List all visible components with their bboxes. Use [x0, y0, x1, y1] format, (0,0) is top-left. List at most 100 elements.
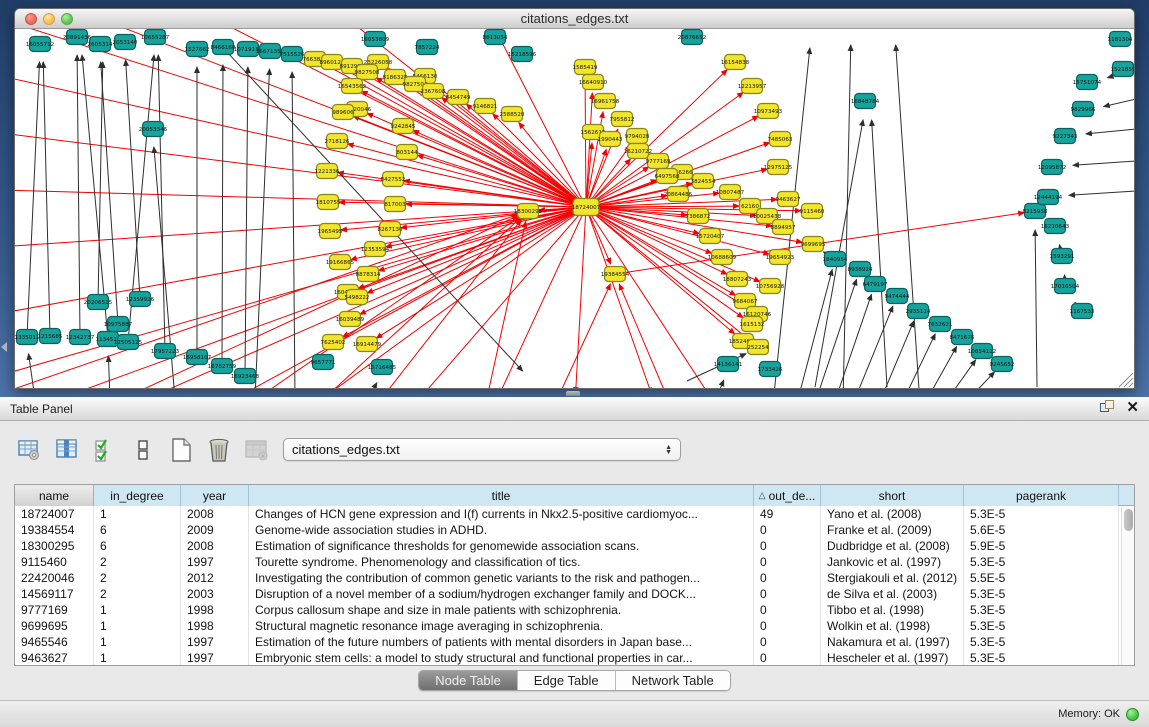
graph-node[interactable]: 7625402: [321, 335, 346, 350]
table-cell[interactable]: 1: [94, 506, 181, 522]
graph-node[interactable]: 16210643: [1041, 219, 1070, 234]
column-header-title[interactable]: title: [249, 485, 754, 506]
graph-node[interactable]: 1335011: [15, 330, 40, 345]
graph-node[interactable]: 10973493: [754, 104, 783, 119]
table-cell[interactable]: 2: [94, 570, 181, 586]
graph-edge[interactable]: [485, 222, 526, 388]
graph-edge[interactable]: [353, 116, 586, 207]
column-show-button[interactable]: [54, 437, 80, 463]
table-row[interactable]: 1872400712008Changes of HCN gene express…: [15, 506, 1134, 522]
graph-edge[interactable]: [872, 120, 887, 387]
graph-node[interactable]: 803144: [396, 145, 418, 160]
table-cell[interactable]: 2003: [181, 586, 249, 602]
graph-node[interactable]: 15720407: [696, 229, 725, 244]
zoom-window-button[interactable]: [61, 13, 73, 25]
graph-node[interactable]: 8878314: [356, 267, 381, 282]
new-column-button[interactable]: [168, 437, 194, 463]
graph-edge[interactable]: [422, 207, 586, 388]
graph-node[interactable]: 1733426: [758, 362, 783, 377]
table-cell[interactable]: 0: [754, 618, 821, 634]
table-cell[interactable]: 6: [94, 538, 181, 554]
graph-node[interactable]: 1990443: [598, 132, 623, 147]
table-cell[interactable]: 5.5E-5: [964, 570, 1119, 586]
table-cell[interactable]: 18724007: [15, 506, 94, 522]
tab-network-table[interactable]: Network Table: [616, 671, 730, 690]
table-cell[interactable]: Estimation of the future numbers of pati…: [249, 634, 754, 650]
window-titlebar[interactable]: citations_edges.txt: [15, 9, 1134, 29]
graph-node[interactable]: 2588520: [500, 107, 525, 122]
graph-node[interactable]: 989606: [332, 105, 354, 120]
graph-node[interactable]: 10975887: [104, 317, 133, 332]
graph-node[interactable]: 2367608: [421, 84, 446, 99]
table-cell[interactable]: 1997: [181, 554, 249, 570]
graph-node[interactable]: 19166865: [326, 255, 355, 270]
table-cell[interactable]: 1: [94, 602, 181, 618]
graph-node[interactable]: 817003: [384, 197, 406, 212]
graph-node[interactable]: 20876652: [678, 30, 706, 45]
table-row[interactable]: 946362711997Embryonic stem cells: a mode…: [15, 650, 1134, 666]
table-cell[interactable]: Embryonic stem cells: a model to study s…: [249, 650, 754, 666]
graph-edge[interactable]: [881, 321, 914, 388]
graph-node[interactable]: 16848784: [851, 94, 880, 109]
table-cell[interactable]: Structural magnetic resonance image aver…: [249, 618, 754, 634]
table-cell[interactable]: Hescheler et al. (1997): [821, 650, 964, 666]
graph-edge[interactable]: [222, 65, 223, 366]
graph-node[interactable]: 7485063: [768, 132, 793, 147]
graph-edge[interactable]: [843, 45, 851, 388]
graph-edge[interactable]: [15, 207, 586, 248]
graph-node[interactable]: 1521859: [1111, 62, 1134, 77]
graph-node[interactable]: 10688609: [708, 250, 737, 265]
table-cell[interactable]: 0: [754, 538, 821, 554]
table-cell[interactable]: 5.3E-5: [964, 586, 1119, 602]
graph-node[interactable]: 16914479: [353, 337, 382, 352]
graph-node[interactable]: 12213957: [738, 79, 767, 94]
graph-node[interactable]: 2935114: [906, 304, 931, 319]
graph-node[interactable]: 16055712: [26, 37, 54, 52]
graph-node[interactable]: 3824554: [691, 174, 716, 189]
table-cell[interactable]: 49: [754, 506, 821, 522]
graph-node[interactable]: 1615132: [740, 317, 765, 332]
memory-status-indicator[interactable]: [1126, 708, 1139, 721]
graph-edge[interactable]: [342, 67, 586, 207]
graph-node[interactable]: 17957223: [151, 344, 180, 359]
graph-node[interactable]: 19384554: [601, 267, 630, 282]
graph-node[interactable]: 10807487: [716, 185, 745, 200]
graph-node[interactable]: 16039489: [336, 312, 365, 327]
table-cell[interactable]: 5.3E-5: [964, 650, 1119, 666]
graph-node[interactable]: 16958107: [183, 350, 212, 365]
graph-node[interactable]: 20864486: [664, 187, 693, 202]
table-cell[interactable]: 2008: [181, 506, 249, 522]
table-cell[interactable]: 5.6E-5: [964, 522, 1119, 538]
graph-node[interactable]: 9115460: [800, 204, 825, 219]
table-cell[interactable]: Yano et al. (2008): [821, 506, 964, 522]
graph-node[interactable]: 2718126: [325, 134, 350, 149]
graph-node[interactable]: 8427552: [381, 172, 406, 187]
table-cell[interactable]: 5.3E-5: [964, 634, 1119, 650]
table-mode-button[interactable]: [16, 437, 42, 463]
tab-edge-table[interactable]: Edge Table: [518, 671, 616, 690]
table-cell[interactable]: 0: [754, 650, 821, 666]
graph-edge[interactable]: [585, 78, 586, 207]
table-source-select[interactable]: citations_edges.txt ▲▼: [283, 438, 681, 461]
table-cell[interactable]: 2008: [181, 538, 249, 554]
close-panel-button[interactable]: ✕: [1126, 400, 1139, 416]
table-cell[interactable]: Franke et al. (2009): [821, 522, 964, 538]
graph-node[interactable]: 1527662: [185, 42, 210, 57]
table-cell[interactable]: 14569117: [15, 586, 94, 602]
graph-node[interactable]: 1181304: [1108, 32, 1133, 47]
table-cell[interactable]: Changes of HCN gene expression and I(f) …: [249, 506, 754, 522]
graph-node[interactable]: 1840954: [823, 252, 848, 267]
table-cell[interactable]: Estimation of significance thresholds fo…: [249, 538, 754, 554]
graph-edge[interactable]: [158, 55, 165, 351]
table-cell[interactable]: Genome-wide association studies in ADHD.: [249, 522, 754, 538]
table-cell[interactable]: 18300295: [15, 538, 94, 554]
graph-edge[interactable]: [376, 78, 586, 207]
graph-edge[interactable]: [576, 207, 586, 388]
table-row[interactable]: 911546021997Tourette syndrome. Phenomeno…: [15, 554, 1134, 570]
graph-node[interactable]: 8894957: [771, 220, 796, 235]
graph-edge[interactable]: [77, 55, 80, 337]
table-cell[interactable]: Investigating the contribution of common…: [249, 570, 754, 586]
table-cell[interactable]: 9777169: [15, 602, 94, 618]
graph-edge[interactable]: [1073, 161, 1134, 165]
graph-node[interactable]: 12444194: [1034, 190, 1063, 205]
